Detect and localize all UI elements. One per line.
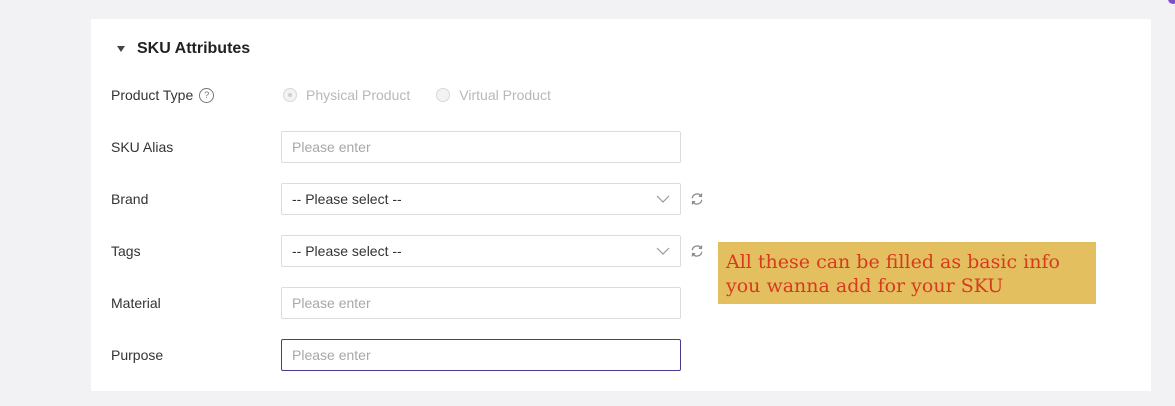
virtual-product-label: Virtual Product [459, 87, 551, 103]
sku-alias-input[interactable] [281, 131, 681, 163]
material-label: Material [111, 295, 161, 311]
material-row: Material [111, 287, 681, 319]
sku-alias-row: SKU Alias [111, 131, 681, 163]
brand-select-value: -- Please select -- [292, 191, 402, 207]
product-type-label: Product Type [111, 87, 194, 103]
purpose-row: Purpose [111, 339, 681, 371]
tags-select[interactable]: -- Please select -- [281, 235, 681, 267]
corner-indicator [1168, 0, 1175, 4]
purpose-label: Purpose [111, 347, 164, 363]
section-title: SKU Attributes [137, 40, 251, 57]
material-input[interactable] [281, 287, 681, 319]
refresh-icon[interactable] [690, 244, 704, 258]
chevron-down-icon [656, 247, 670, 255]
product-type-label-wrap: Product Type ? [111, 87, 281, 103]
purpose-input[interactable] [281, 339, 681, 371]
brand-row: Brand -- Please select -- [111, 183, 704, 215]
section-toggle[interactable]: SKU Attributes [116, 39, 250, 59]
sku-attributes-panel: SKU Attributes Product Type ? Physical P… [91, 19, 1151, 391]
chevron-down-icon [656, 195, 670, 203]
tags-label: Tags [111, 243, 141, 259]
radio-physical[interactable] [283, 88, 297, 102]
annotation-callout: All these can be filled as basic info yo… [718, 242, 1096, 304]
sku-alias-label: SKU Alias [111, 139, 174, 155]
brand-select[interactable]: -- Please select -- [281, 183, 681, 215]
refresh-icon[interactable] [690, 192, 704, 206]
product-type-row: Product Type ? Physical Product Virtual … [111, 79, 575, 111]
tags-select-value: -- Please select -- [292, 243, 402, 259]
annotation-line-2: you wanna add for your SKU [726, 275, 1004, 297]
question-circle-icon[interactable]: ? [199, 87, 215, 103]
virtual-product-option[interactable]: Virtual Product [434, 87, 551, 103]
brand-label: Brand [111, 191, 149, 207]
annotation-line-1: All these can be filled as basic info [726, 251, 1060, 273]
physical-product-label: Physical Product [306, 87, 411, 103]
radio-virtual[interactable] [436, 88, 451, 102]
physical-product-option[interactable]: Physical Product [281, 87, 410, 103]
caret-down-icon [117, 46, 125, 52]
tags-row: Tags -- Please select -- [111, 235, 704, 267]
